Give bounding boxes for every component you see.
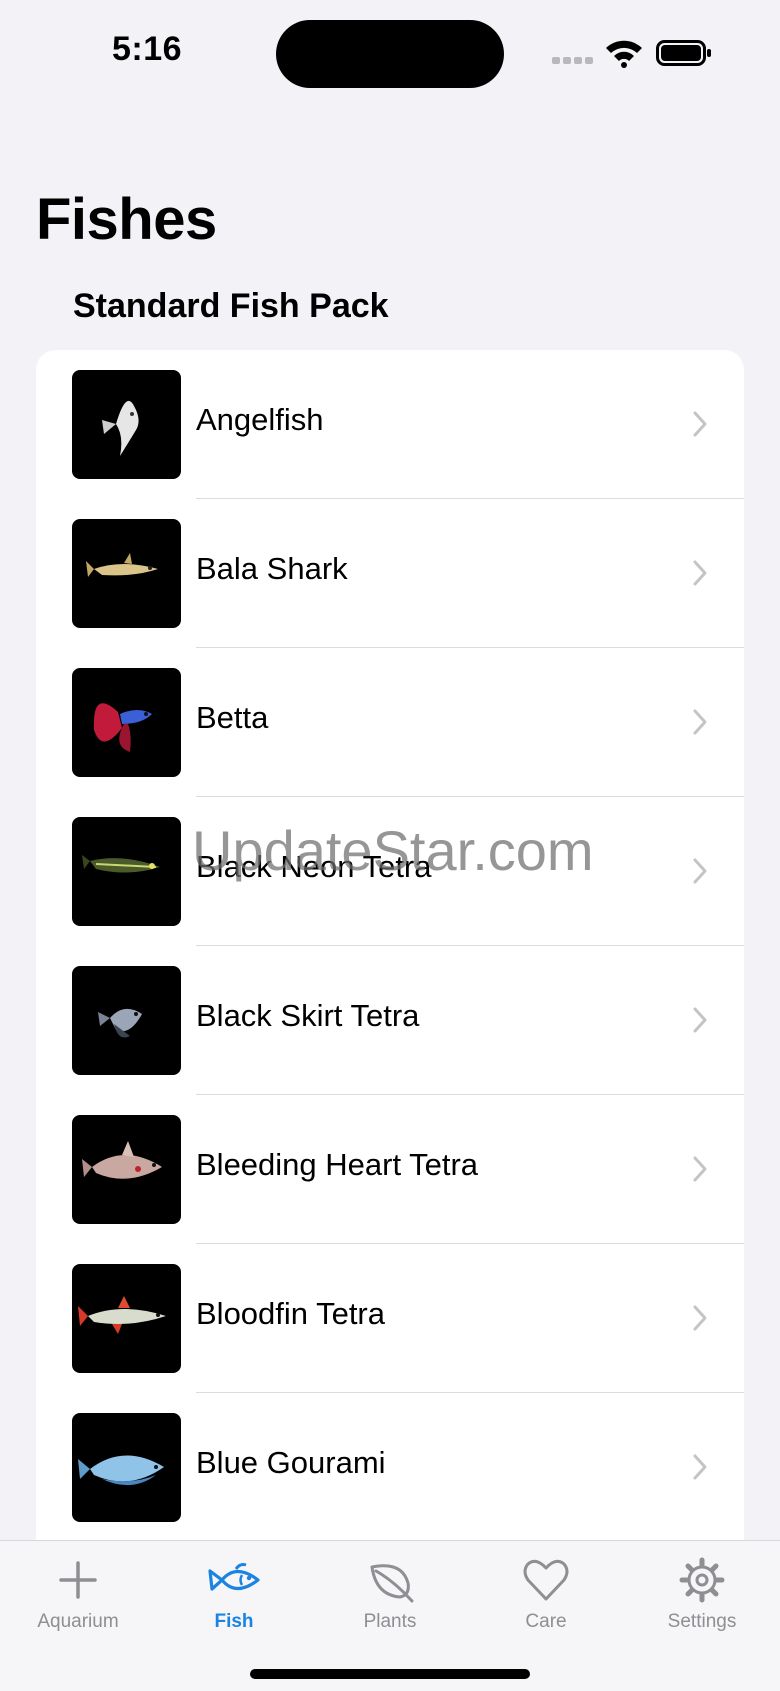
gear-icon: [679, 1557, 725, 1603]
chevron-right-icon: [693, 411, 707, 437]
cellular-signal-icon: [552, 57, 594, 64]
fish-list: Angelfish Bala Shark Betta Black Neon Te…: [36, 350, 744, 1550]
fish-name: Black Skirt Tetra: [196, 998, 420, 1033]
tab-settings[interactable]: Settings: [632, 1555, 772, 1645]
tab-label: Aquarium: [37, 1611, 119, 1632]
angelfish-thumbnail: [72, 370, 181, 479]
chevron-right-icon: [693, 1007, 707, 1033]
tab-bar: Aquarium Fish Plants Care Settings: [0, 1540, 780, 1691]
tab-aquarium[interactable]: Aquarium: [8, 1555, 148, 1645]
tab-label: Plants: [363, 1611, 417, 1632]
fish-name: Bala Shark: [196, 551, 348, 586]
fish-icon: [208, 1563, 260, 1591]
chevron-right-icon: [693, 560, 707, 586]
bloodfin-tetra-thumbnail: [72, 1264, 181, 1373]
tab-label: Fish: [214, 1611, 254, 1632]
page-title: Fishes: [36, 187, 217, 252]
section-header: Standard Fish Pack: [73, 287, 389, 325]
black-skirt-tetra-thumbnail: [72, 966, 181, 1075]
tab-plants[interactable]: Plants: [320, 1555, 460, 1645]
fish-row-angelfish[interactable]: Angelfish: [36, 350, 744, 499]
bala-shark-thumbnail: [72, 519, 181, 628]
heart-icon: [523, 1559, 569, 1601]
blue-gourami-thumbnail: [72, 1413, 181, 1522]
fish-row-black-skirt-tetra[interactable]: Black Skirt Tetra: [36, 946, 744, 1095]
fish-name: Black Neon Tetra: [196, 849, 432, 884]
fish-row-betta[interactable]: Betta: [36, 648, 744, 797]
tab-label: Care: [525, 1611, 567, 1632]
black-neon-tetra-thumbnail: [72, 817, 181, 926]
tab-label: Settings: [667, 1611, 737, 1632]
fish-name: Bleeding Heart Tetra: [196, 1147, 479, 1182]
status-time: 5:16: [112, 30, 183, 68]
tab-care[interactable]: Care: [476, 1555, 616, 1645]
bleeding-heart-tetra-thumbnail: [72, 1115, 181, 1224]
plus-icon: [59, 1561, 97, 1599]
fish-name: Blue Gourami: [196, 1445, 386, 1480]
fish-row-bleeding-heart-tetra[interactable]: Bleeding Heart Tetra: [36, 1095, 744, 1244]
tab-fish[interactable]: Fish: [164, 1555, 304, 1645]
home-indicator: [250, 1669, 530, 1679]
fish-row-black-neon-tetra[interactable]: Black Neon Tetra: [36, 797, 744, 946]
betta-thumbnail: [72, 668, 181, 777]
dynamic-island: [276, 20, 504, 88]
leaf-icon: [370, 1564, 414, 1603]
fish-row-bala-shark[interactable]: Bala Shark: [36, 499, 744, 648]
chevron-right-icon: [693, 1156, 707, 1182]
fish-name: Betta: [196, 700, 269, 735]
fish-name: Angelfish: [196, 402, 324, 437]
battery-icon: [656, 40, 711, 66]
fish-row-blue-gourami[interactable]: Blue Gourami: [36, 1393, 744, 1542]
status-bar: 5:16: [0, 0, 780, 110]
fish-row-bloodfin-tetra[interactable]: Bloodfin Tetra: [36, 1244, 744, 1393]
chevron-right-icon: [693, 1454, 707, 1480]
fishes-screen: 5:16 Fishes Standard Fish Pack Angelfish…: [0, 0, 780, 1691]
wifi-icon: [606, 40, 642, 68]
chevron-right-icon: [693, 858, 707, 884]
chevron-right-icon: [693, 1305, 707, 1331]
chevron-right-icon: [693, 709, 707, 735]
fish-name: Bloodfin Tetra: [196, 1296, 385, 1331]
